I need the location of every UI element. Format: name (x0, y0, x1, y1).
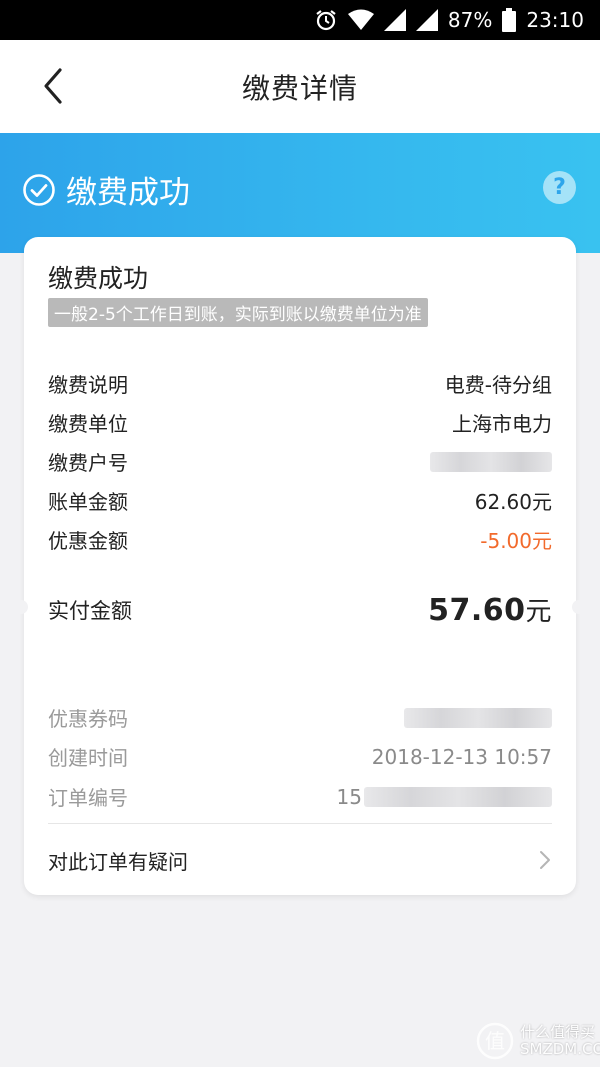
banner-status-text: 缴费成功 (66, 175, 190, 211)
blurred-account-number (430, 451, 552, 472)
card-heading: 缴费成功 (48, 264, 149, 293)
blurred-coupon-code (404, 707, 552, 728)
row-coupon-code: 优惠券码 (48, 703, 552, 732)
back-button[interactable] (34, 66, 74, 106)
watermark: 值 什么值得买 SMZDM.COM (476, 1022, 600, 1060)
battery-percent: 87% (447, 8, 493, 32)
status-time: 23:10 (526, 8, 584, 32)
row-created-time: 创建时间 2018-12-13 10:57 (48, 742, 552, 771)
wifi-icon (347, 9, 374, 31)
created-time-value: 2018-12-13 10:57 (371, 744, 552, 769)
paid-amount-number: 57.60 (428, 593, 526, 628)
row-label: 优惠券码 (48, 707, 128, 731)
order-question-link[interactable]: 对此订单有疑问 (48, 837, 552, 883)
arrival-note: 一般2-5个工作日到账，实际到账以缴费单位为准 (48, 298, 428, 327)
help-icon[interactable]: ? (543, 171, 576, 204)
watermark-line1: 什么值得买 (520, 1023, 596, 1041)
battery-icon (502, 8, 517, 32)
row-value: 电费-待分组 (444, 373, 552, 397)
card-notch-right (572, 600, 580, 614)
chevron-left-icon (44, 68, 62, 104)
svg-text:值: 值 (485, 1029, 505, 1053)
order-question-label: 对此订单有疑问 (48, 849, 188, 874)
row-paid-amount: 实付金额 57.60元 (48, 591, 552, 628)
row-value: 62.60元 (474, 490, 552, 514)
row-bill-amount: 账单金额 62.60元 (48, 486, 552, 515)
signal-icon (383, 9, 406, 31)
paid-label: 实付金额 (48, 598, 132, 623)
blurred-order-number (364, 786, 552, 807)
divider (48, 823, 552, 824)
row-label: 缴费户号 (48, 451, 128, 475)
nav-bar: 缴费详情 (0, 40, 600, 133)
alarm-icon (314, 8, 338, 32)
row-label: 创建时间 (48, 746, 128, 770)
payment-detail-card: 缴费成功 一般2-5个工作日到账，实际到账以缴费单位为准 缴费说明 电费-待分组… (24, 237, 576, 895)
row-label: 缴费说明 (48, 373, 128, 397)
order-number-value: 15 (337, 785, 552, 809)
row-label: 缴费单位 (48, 412, 128, 436)
row-value: 上海市电力 (452, 412, 552, 436)
row-payment-desc: 缴费说明 电费-待分组 (48, 369, 552, 398)
signal-icon-2 (415, 9, 438, 31)
watermark-logo-icon: 值 (476, 1022, 514, 1060)
row-label: 优惠金额 (48, 529, 128, 553)
order-number-visible: 15 (336, 784, 362, 809)
status-banner: 缴费成功 (0, 133, 600, 253)
paid-amount: 57.60元 (428, 591, 552, 628)
banner-status: 缴费成功 (22, 167, 190, 212)
row-payee: 缴费单位 上海市电力 (48, 408, 552, 437)
page-title: 缴费详情 (241, 71, 358, 105)
row-order-number: 订单编号 15 (48, 782, 552, 811)
paid-amount-unit: 元 (525, 597, 552, 627)
discount-value: -5.00元 (480, 529, 552, 553)
chevron-right-icon (540, 851, 550, 869)
row-label: 账单金额 (48, 490, 128, 514)
row-label: 订单编号 (48, 786, 128, 810)
row-discount: 优惠金额 -5.00元 (48, 525, 552, 554)
check-circle-icon (23, 173, 55, 206)
watermark-line2: SMZDM.COM (520, 1040, 600, 1058)
row-account-no: 缴费户号 (48, 447, 552, 476)
status-bar: 87% 23:10 (0, 0, 600, 40)
